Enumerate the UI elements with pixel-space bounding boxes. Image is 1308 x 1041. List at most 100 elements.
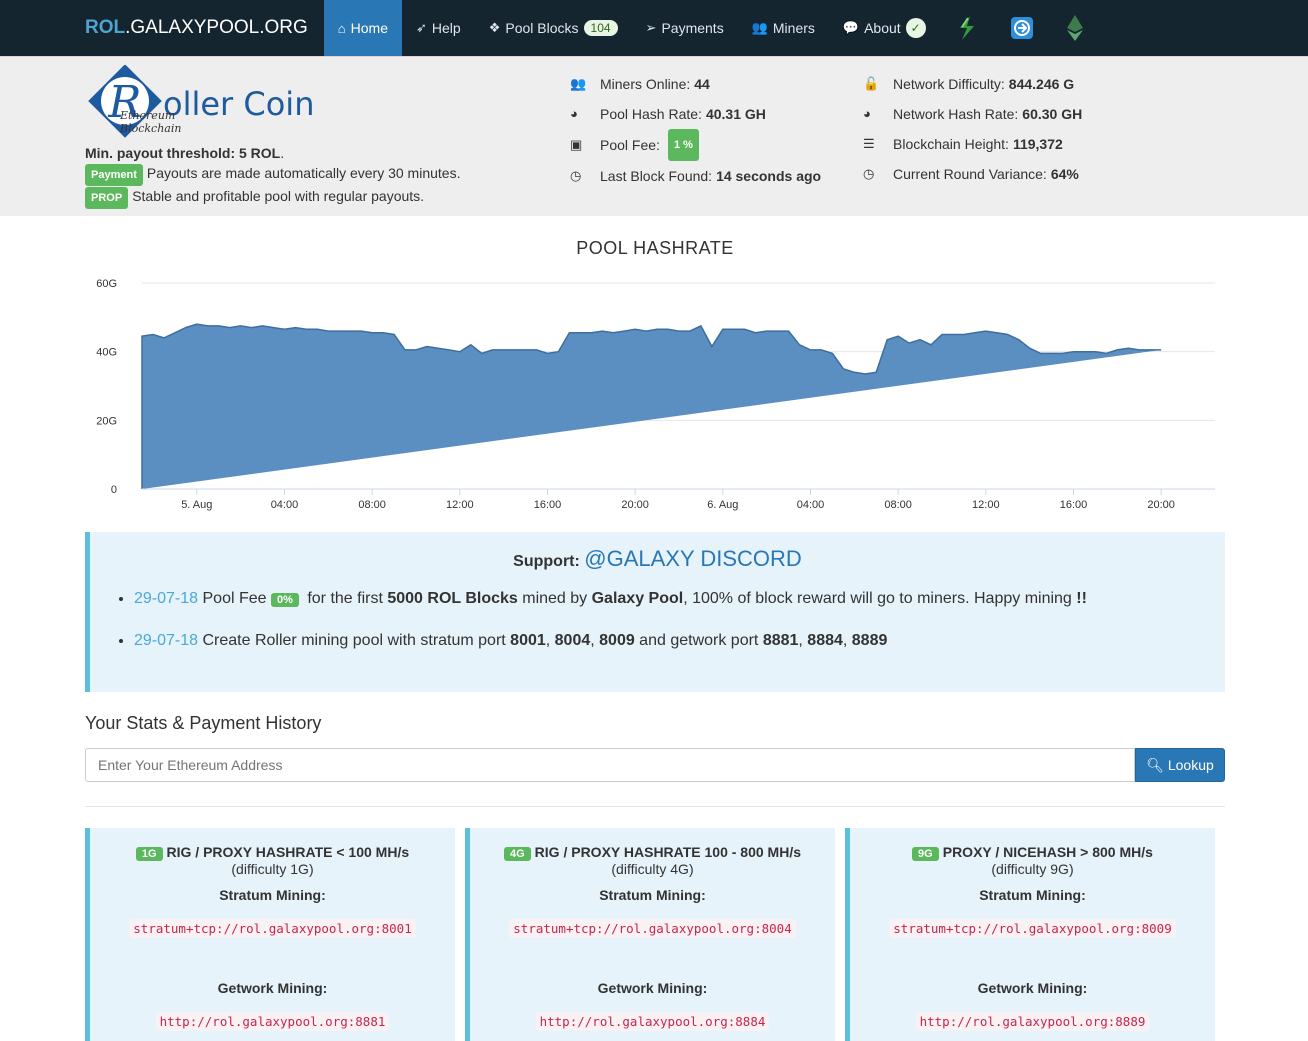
stratum-url[interactable]: stratum+tcp://rol.galaxypool.org:8009 [889,919,1176,938]
stratum-url[interactable]: stratum+tcp://rol.galaxypool.org:8001 [129,919,416,938]
divider [85,806,1225,807]
stratum-label: Stratum Mining: [979,887,1086,903]
getwork-label: Getwork Mining: [977,980,1088,996]
stat-label: Last Block Found: [600,168,713,184]
brand-link[interactable]: ROL .GALAXYPOOL.ORG [85,0,308,56]
bars-icon: ☰ [863,136,875,151]
stat-value: 844.246 G [1008,76,1075,92]
stats-section-title: Your Stats & Payment History [85,713,322,733]
nav-miners[interactable]: 👥 Miners [738,0,829,56]
min-payout: Min. payout threshold: 5 ROL. [85,145,285,161]
lookup-form: 🔍︎ Lookup [85,748,1225,782]
news-list: 29-07-18 Pool Fee 0% for the first 5000 … [134,590,1225,650]
stat-value: 40.31 GH [705,106,766,122]
nav-about-label: About [864,20,901,36]
nav-miners-label: Miners [772,20,815,36]
x-tick-label: 16:00 [1060,499,1088,511]
stat-round-variance: ◷ Current Round Variance: 64% [863,159,1082,189]
pool-stats-header: R oller Coin Ethereum Blockchain Min. pa… [0,56,1308,216]
support-news-box: Support: @GALAXY DISCORD 29-07-18 Pool F… [85,532,1225,692]
x-tick-label: 5. Aug [181,499,212,511]
pool-info: Min. payout threshold: 5 ROL. Payment Pay… [85,143,460,209]
payment-info: Payment Payouts are made automatically ev… [85,163,460,186]
home-icon: ⌂ [337,20,346,36]
pool-fee-badge: 1 % [667,129,699,161]
check-icon: ✓ [905,18,926,38]
x-tick-label: 20:00 [1147,499,1175,511]
news-item: 29-07-18 Create Roller mining pool with … [134,632,1225,650]
stat-value: 64% [1050,166,1079,182]
news-date: 29-07-18 [134,632,199,649]
brand-prefix: ROL [85,17,126,38]
nav-payments-label: Payments [661,20,724,36]
lookup-button-label: Lookup [1167,756,1214,773]
port-number: 8001 [510,632,546,649]
stratum-label: Stratum Mining: [219,887,326,903]
prop-info: PROP Stable and profitable pool with regu… [85,186,460,209]
min-payout-label: Min. payout threshold: [85,145,236,161]
port-number: 8009 [599,632,635,649]
prop-text: Stable and profitable pool with regular … [132,188,425,204]
discord-link[interactable]: @GALAXY DISCORD [584,546,802,571]
y-tick-label: 40G [96,347,117,359]
nav-home[interactable]: ⌂ Home [323,0,402,56]
stratum-url[interactable]: stratum+tcp://rol.galaxypool.org:8004 [509,919,796,938]
news-text: for the first [302,590,388,607]
port-title: 1G RIG / PROXY HASHRATE < 100 MH/s [90,844,455,861]
stat-label: Blockchain Height: [893,136,1009,152]
news-item: 29-07-18 Pool Fee 0% for the first 5000 … [134,590,1225,608]
fee-badge: 0% [270,593,299,607]
x-tick-label: 12:00 [972,499,1000,511]
paper-plane-icon: ➢ [645,20,657,35]
x-tick-label: 12:00 [446,499,474,511]
comments-icon: 💬 [842,20,860,35]
x-tick-label: 16:00 [534,499,562,511]
nav-help-label: Help [431,20,461,36]
getwork-url[interactable]: http://rol.galaxypool.org:8889 [915,1012,1150,1031]
port-title-text: RIG / PROXY HASHRATE < 100 MH/s [166,844,410,860]
getwork-label: Getwork Mining: [597,980,708,996]
y-tick-label: 60G [96,278,117,290]
stratum-label: Stratum Mining: [599,887,706,903]
nav-help[interactable]: ➶ Help [402,0,475,56]
pool-hashrate-chart: POOL HASHRATE 0 20G 40G 60G 5. Aug 04:00 08:00… [85,232,1225,517]
hashrate-chart-svg: 0 20G 40G 60G 5. Aug 04:00 08:00 12:00 16:00 20:0… [96,278,1215,511]
x-tick-label: 20:00 [621,499,649,511]
port-title-text: RIG / PROXY HASHRATE 100 - 800 MH/s [534,844,802,860]
money-icon: ▣ [570,137,583,152]
ethereum-address-input[interactable] [85,748,1135,782]
stat-value: 119,372 [1012,136,1063,152]
search-icon: 🔍︎ [1146,756,1164,773]
news-date: 29-07-18 [134,590,199,607]
ethereum-icon[interactable] [1050,0,1100,56]
stat-label: Miners Online: [600,76,691,92]
port-difficulty: (difficulty 1G) [231,861,314,877]
blue-coin-icon[interactable] [994,0,1050,56]
lookup-button[interactable]: 🔍︎ Lookup [1135,748,1225,782]
tachometer-icon: ◕ [570,106,578,121]
stat-network-difficulty: 🔓 Network Difficulty: 844.246 G [863,69,1082,99]
x-tick-label: 6. Aug [707,499,738,511]
separator: , [590,632,600,649]
stat-label: Pool Hash Rate: [600,106,702,122]
x-tick-label: 08:00 [358,499,386,511]
news-text: Create Roller mining pool with stratum p… [198,632,511,649]
nav-payments[interactable]: ➢ Payments [632,0,738,56]
network-stats-column: 🔓 Network Difficulty: 844.246 G ◕ Network H… [863,69,1082,189]
top-navbar: ROL .GALAXYPOOL.ORG ⌂ Home ➶ Help ❖ Pool Blo… [0,0,1308,56]
support-heading: Support: @GALAXY DISCORD [90,546,1225,572]
stat-network-hash-rate: ◕ Network Hash Rate: 60.30 GH [863,99,1082,129]
getwork-url[interactable]: http://rol.galaxypool.org:8881 [155,1012,390,1031]
nav-pool-blocks[interactable]: ❖ Pool Blocks 104 [475,0,632,56]
news-text: Pool Fee [198,590,271,607]
port-number: 8889 [851,632,888,649]
green-coin-icon[interactable] [940,0,994,56]
stat-label: Network Difficulty: [893,76,1005,92]
getwork-url[interactable]: http://rol.galaxypool.org:8884 [535,1012,770,1031]
difficulty-badge: 9G [912,847,939,861]
nav-about[interactable]: 💬 About ✓ [829,0,940,56]
news-text: mined by [517,590,592,607]
stat-blockchain-height: ☰ Blockchain Height: 119,372 [863,129,1082,159]
payment-text: Payouts are made automatically every 30 … [146,165,461,181]
stat-label: Pool Fee: [600,137,660,153]
